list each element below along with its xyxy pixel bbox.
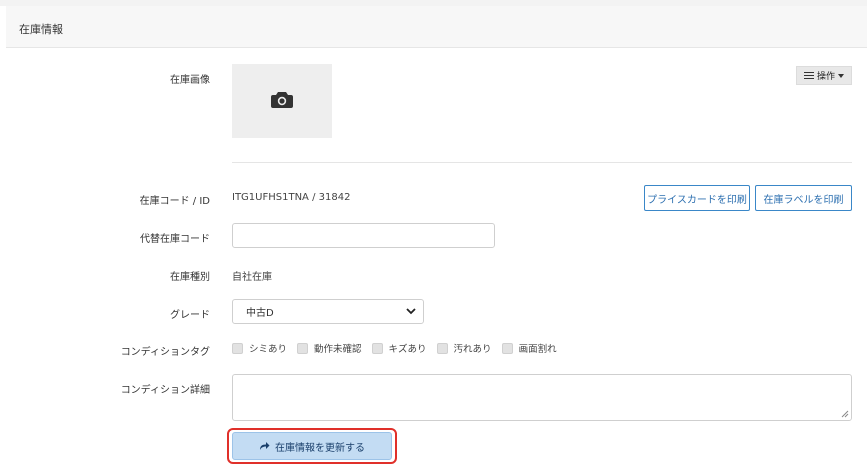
- grade-select[interactable]: 中古D: [232, 299, 424, 324]
- condition-detail-textarea[interactable]: [232, 374, 852, 421]
- condition-tag-list: シミあり 動作未確認 キズあり 汚れあり 画面割れ: [232, 341, 567, 355]
- condition-tag-stain[interactable]: シミあり: [232, 341, 287, 355]
- condition-tag-label: コンディションタグ: [120, 347, 210, 358]
- chevron-down-icon: [406, 308, 416, 315]
- checkbox[interactable]: [297, 342, 309, 354]
- condition-tag-dirt[interactable]: 汚れあり: [436, 341, 492, 355]
- camera-icon: [271, 92, 293, 108]
- print-price-card-button[interactable]: プライスカードを印刷: [644, 185, 750, 211]
- stock-image-placeholder[interactable]: [232, 64, 332, 138]
- condition-detail-label: コンディション詳細: [120, 385, 210, 396]
- update-stock-button-label: 在庫情報を更新する: [275, 442, 365, 454]
- panel-header: 在庫情報: [6, 6, 867, 48]
- stock-type-label: 在庫種別: [170, 272, 210, 283]
- list-icon: [803, 71, 814, 80]
- grade-label: グレード: [170, 310, 210, 321]
- stock-code-value: ITG1UFHS1TNA / 31842: [232, 192, 351, 203]
- operations-button[interactable]: 操作: [796, 66, 852, 85]
- checkbox[interactable]: [501, 342, 513, 354]
- checkbox[interactable]: [232, 342, 243, 354]
- alt-stock-code-input[interactable]: [232, 223, 495, 248]
- operations-label: 操作: [816, 72, 835, 82]
- stock-code-label: 在庫コード / ID: [139, 196, 210, 207]
- divider: [232, 162, 852, 163]
- condition-tag-untested[interactable]: 動作未確認: [297, 341, 362, 355]
- condition-tag-scratch[interactable]: キズあり: [371, 341, 427, 355]
- update-stock-button[interactable]: 在庫情報を更新する: [232, 432, 392, 460]
- resize-grip-icon[interactable]: [841, 410, 849, 418]
- condition-tag-cracked-screen[interactable]: 画面割れ: [501, 341, 557, 355]
- panel-title: 在庫情報: [19, 23, 63, 36]
- share-icon: [260, 442, 270, 450]
- alt-stock-code-label: 代替在庫コード: [140, 234, 210, 245]
- grade-select-value: 中古D: [246, 308, 274, 319]
- checkbox[interactable]: [371, 342, 383, 354]
- caret-down-icon: [838, 73, 844, 78]
- stock-type-value: 自社在庫: [232, 272, 272, 283]
- checkbox[interactable]: [436, 342, 448, 354]
- stock-image-label: 在庫画像: [170, 75, 210, 86]
- print-stock-label-button[interactable]: 在庫ラベルを印刷: [755, 185, 852, 211]
